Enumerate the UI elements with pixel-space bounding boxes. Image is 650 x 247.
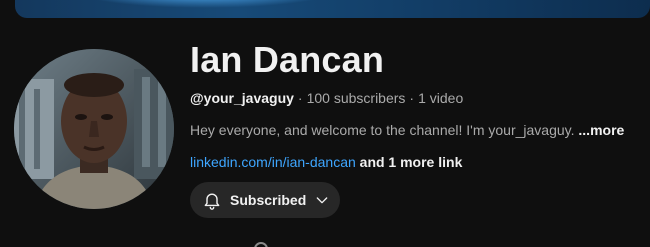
channel-avatar[interactable] [14,49,174,209]
channel-banner[interactable] [15,0,650,18]
subscribed-button[interactable]: Subscribed [190,182,340,218]
meta-separator: · [297,90,303,106]
chevron-down-icon [314,192,330,208]
banner-artwork [75,0,335,8]
channel-name: Ian Dancan [190,39,385,80]
meta-separator: · [409,90,415,106]
channel-meta: @your_javaguy · 100 subscribers · 1 video [190,88,645,108]
channel-info: Ian Dancan @your_javaguy · 100 subscribers… [190,38,645,172]
more-links-button[interactable]: and 1 more link [360,154,463,170]
linkedin-link[interactable]: linkedin.com/in/ian-dancan [190,154,356,170]
bell-icon [202,190,222,210]
partial-icon [254,242,268,247]
subscribed-label: Subscribed [230,192,307,208]
description-text: Hey everyone, and welcome to the channel… [190,122,579,138]
subscriber-count: 100 subscribers [306,90,406,106]
channel-description[interactable]: Hey everyone, and welcome to the channel… [190,120,645,140]
channel-header: Ian Dancan @your_javaguy · 100 subscribers… [0,0,650,247]
video-count: 1 video [418,90,464,106]
channel-links: linkedin.com/in/ian-dancan and 1 more li… [190,152,645,172]
description-more-button[interactable]: ...more [578,122,624,138]
avatar-photo [14,49,174,209]
channel-handle[interactable]: @your_javaguy [190,90,294,106]
